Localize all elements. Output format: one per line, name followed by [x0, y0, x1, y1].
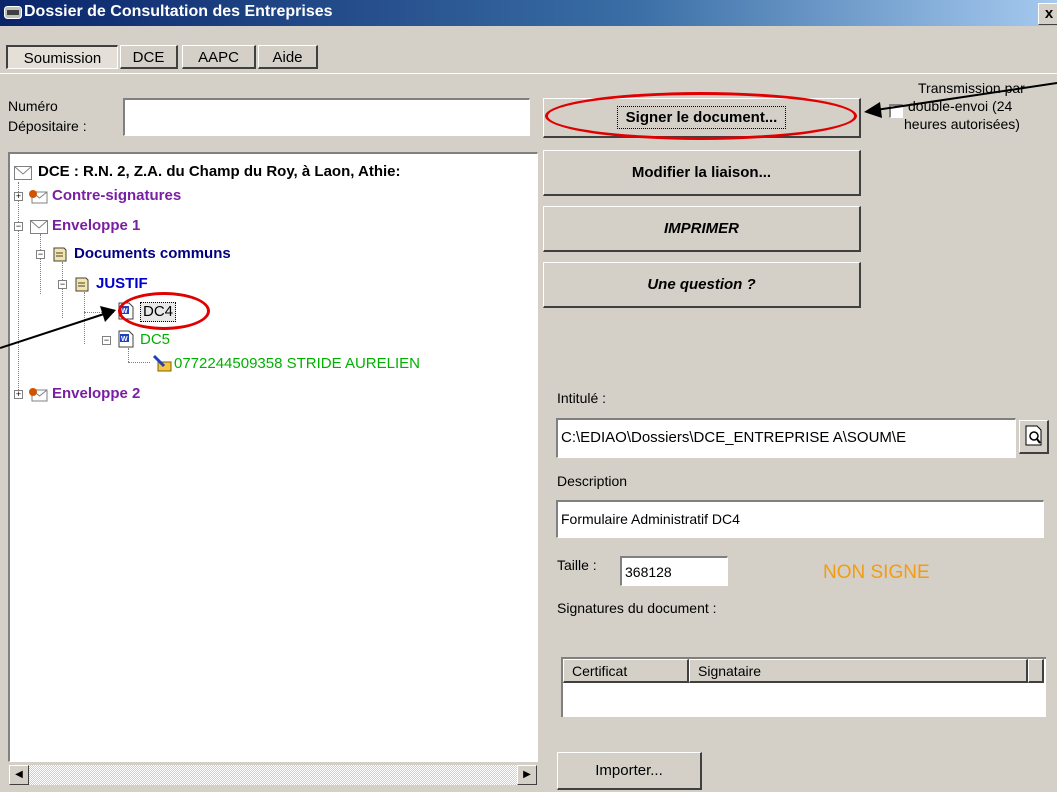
tree-horizontal-scrollbar[interactable]: ◀ ▶ — [8, 764, 538, 786]
folder-doc-icon — [75, 277, 89, 292]
taille-label: Taille : — [557, 557, 597, 573]
signer-document-label: Signer le document... — [616, 106, 787, 129]
scroll-right-icon[interactable]: ▶ — [517, 765, 537, 785]
modifier-liaison-button[interactable]: Modifier la liaison... — [543, 150, 861, 196]
tab-soumission[interactable]: Soumission — [6, 45, 118, 69]
scroll-left-icon[interactable]: ◀ — [9, 765, 29, 785]
transmission-label-line3: heures autorisées) — [904, 116, 1020, 132]
close-button[interactable]: x — [1038, 3, 1057, 25]
intitule-field[interactable]: C:\EDIAO\Dossiers\DCE_ENTREPRISE A\SOUM\… — [556, 418, 1016, 458]
taille-field[interactable]: 368128 — [620, 556, 728, 586]
description-field[interactable]: Formulaire Administratif DC4 — [556, 500, 1044, 538]
document-tree[interactable]: DCE : R.N. 2, Z.A. du Champ du Roy, à La… — [8, 152, 538, 762]
question-button[interactable]: Une question ? — [543, 262, 861, 308]
signature-pen-icon — [152, 354, 172, 372]
tree-enveloppe-1[interactable]: Enveloppe 1 — [52, 216, 140, 236]
browse-icon — [1025, 425, 1041, 446]
column-filler — [1028, 659, 1044, 683]
tab-dce[interactable]: DCE — [120, 45, 178, 69]
app-icon — [4, 6, 22, 19]
depositaire-label-line1: Numéro — [8, 98, 58, 114]
transmission-checkbox[interactable] — [889, 104, 903, 118]
tree-line — [62, 262, 64, 318]
tree-line — [18, 182, 20, 392]
signature-status: NON SIGNE — [823, 562, 930, 583]
tree-line — [84, 312, 114, 314]
tree-line — [128, 362, 150, 364]
collapse-justif[interactable]: − — [58, 280, 67, 289]
signatures-label: Signatures du document : — [557, 600, 717, 616]
collapse-enveloppe-1[interactable]: − — [14, 222, 23, 231]
tree-dc5[interactable]: DC5 — [140, 330, 170, 350]
word-doc-icon: W — [118, 302, 134, 320]
signature-envelope-icon — [29, 190, 48, 204]
tab-aapc[interactable]: AAPC — [182, 45, 256, 69]
column-certificat[interactable]: Certificat — [563, 659, 689, 683]
depositaire-label-line2: Dépositaire : — [8, 118, 87, 134]
tree-line — [128, 348, 130, 362]
imprimer-button[interactable]: IMPRIMER — [543, 206, 861, 252]
depositaire-input[interactable] — [123, 98, 530, 136]
importer-button[interactable]: Importer... — [557, 752, 702, 790]
tree-justif[interactable]: JUSTIF — [96, 274, 148, 294]
column-signataire[interactable]: Signataire — [689, 659, 1028, 683]
tree-line — [40, 234, 42, 294]
expand-enveloppe-2[interactable]: + — [14, 390, 23, 399]
envelope-icon — [14, 166, 32, 180]
transmission-label-line1: Transmission par — [918, 80, 1025, 96]
tree-documents-communs[interactable]: Documents communs — [74, 244, 231, 264]
window-title: Dossier de Consultation des Entreprises — [24, 3, 333, 20]
tree-signer-entry[interactable]: 0772244509358 STRIDE AURELIEN — [174, 354, 420, 374]
signatures-table[interactable]: Certificat Signataire — [561, 657, 1046, 717]
expand-contre-signatures[interactable]: + — [14, 192, 23, 201]
title-bar: Dossier de Consultation des Entreprises — [0, 0, 1057, 26]
signature-envelope-icon — [29, 388, 48, 402]
collapse-dc5[interactable]: − — [102, 336, 111, 345]
tree-enveloppe-2[interactable]: Enveloppe 2 — [52, 384, 140, 404]
folder-doc-icon — [53, 247, 67, 262]
tree-line — [84, 292, 86, 344]
collapse-documents-communs[interactable]: − — [36, 250, 45, 259]
envelope-icon — [30, 220, 48, 234]
signer-document-button[interactable]: Signer le document... — [543, 98, 861, 138]
intitule-label: Intitulé : — [557, 390, 607, 406]
tree-dc4[interactable]: DC4 — [140, 302, 177, 322]
transmission-label-line2: double-envoi (24 — [908, 98, 1013, 114]
description-label: Description — [557, 473, 628, 489]
svg-text:W: W — [121, 336, 128, 343]
browse-button[interactable] — [1019, 420, 1049, 454]
tab-separator — [0, 73, 1057, 74]
tree-root[interactable]: DCE : R.N. 2, Z.A. du Champ du Roy, à La… — [38, 162, 401, 182]
svg-text:W: W — [121, 308, 128, 315]
word-doc-icon: W — [118, 330, 134, 348]
tab-aide[interactable]: Aide — [258, 45, 318, 69]
tree-contre-signatures[interactable]: Contre-signatures — [52, 186, 181, 206]
